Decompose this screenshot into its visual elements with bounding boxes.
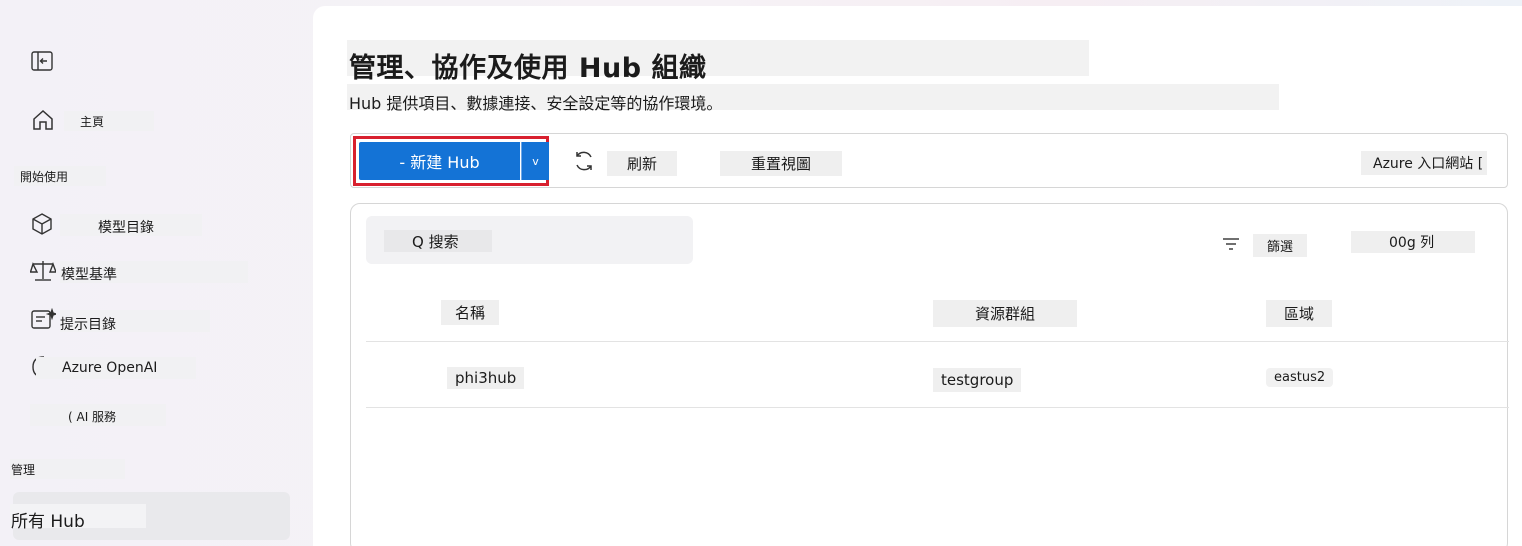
refresh-icon [571,148,597,178]
section-heading-getting-started: 開始使用 [20,170,69,184]
collapse-sidebar-icon[interactable] [30,50,54,72]
sidebar-item-label: ( AI 服務 [68,410,117,424]
refresh-label: 刷新 [607,150,678,176]
filter-label: 篩選 [1253,234,1308,257]
sidebar-label-bg [64,111,154,131]
cube-icon [30,212,54,240]
columns-button[interactable]: 00g 列 [1351,231,1475,253]
sidebar-item-label: 主頁 [80,115,105,129]
new-hub-button[interactable]: - 新建 Hub [359,142,520,180]
sidebar-item-azure-openai[interactable]: Azure OpenAI [30,355,200,381]
azure-portal-link[interactable]: Azure 入口網站 [ [1361,151,1488,175]
column-header-resource-group[interactable]: 資源群組 [933,300,1078,327]
sidebar-item-label: 模型基準 [61,267,117,283]
filter-icon [1221,236,1241,256]
sidebar-item-home[interactable]: 主頁 [30,107,154,137]
search-placeholder: Q 搜索 [384,230,492,252]
column-header-name[interactable]: 名稱 [441,300,500,325]
hub-table-card: Q 搜索 篩選 00g 列 名稱 資源群組 區域 phi3hub testgro… [350,203,1509,546]
reset-view-button[interactable]: 重置視圖 [720,151,843,176]
refresh-button[interactable]: 刷新 [571,148,678,178]
sidebar-item-label: 提示目錄 [60,317,116,333]
new-hub-dropdown-button[interactable]: v [521,142,549,180]
page-subtitle: Hub 提供項目、數據連接、安全設定等的協作環境。 [349,94,723,113]
cell-hub-name[interactable]: phi3hub [447,367,525,389]
home-icon [30,107,56,137]
sidebar-item-label: 所有 Hub [11,512,85,532]
scale-icon [29,259,58,287]
sidebar-item-ai-services[interactable]: ( AI 服務 [30,404,170,428]
sidebar-item-all-hubs[interactable]: 所有 Hub [10,492,290,540]
toolbar: - 新建 Hub v 刷新 重置視圖 Azure 入口網站 [ [350,133,1508,188]
new-hub-highlight: - 新建 Hub v [353,136,549,186]
row-divider [366,407,1509,408]
column-header-region[interactable]: 區域 [1266,300,1333,327]
cell-resource-group: testgroup [933,368,1022,392]
cell-region: eastus2 [1266,368,1334,387]
sidebar: 主頁 開始使用 模型目錄 模型基準 提示目錄 Azure OpenAI (AI… [0,0,310,546]
chevron-down-icon: v [532,154,539,168]
section-heading-manage: 管理 [11,463,36,477]
sidebar-item-model-catalog[interactable]: 模型目錄 [30,212,205,238]
sidebar-item-label: Azure OpenAI [62,360,158,376]
prompt-catalog-icon [30,307,59,336]
search-input[interactable]: Q 搜索 [366,216,693,264]
main-panel: 管理、協作及使用 Hub 組織 Hub 提供項目、數據連接、安全設定等的協作環境… [313,6,1522,546]
sidebar-item-prompt-catalog[interactable]: 提示目錄 [30,307,215,336]
page-title: 管理、協作及使用 Hub 組織 [349,53,707,84]
filter-button[interactable]: 篩選 [1221,234,1308,257]
sidebar-item-label: 模型目錄 [98,220,154,236]
sidebar-item-model-benchmarks[interactable]: 模型基準 [29,259,250,287]
